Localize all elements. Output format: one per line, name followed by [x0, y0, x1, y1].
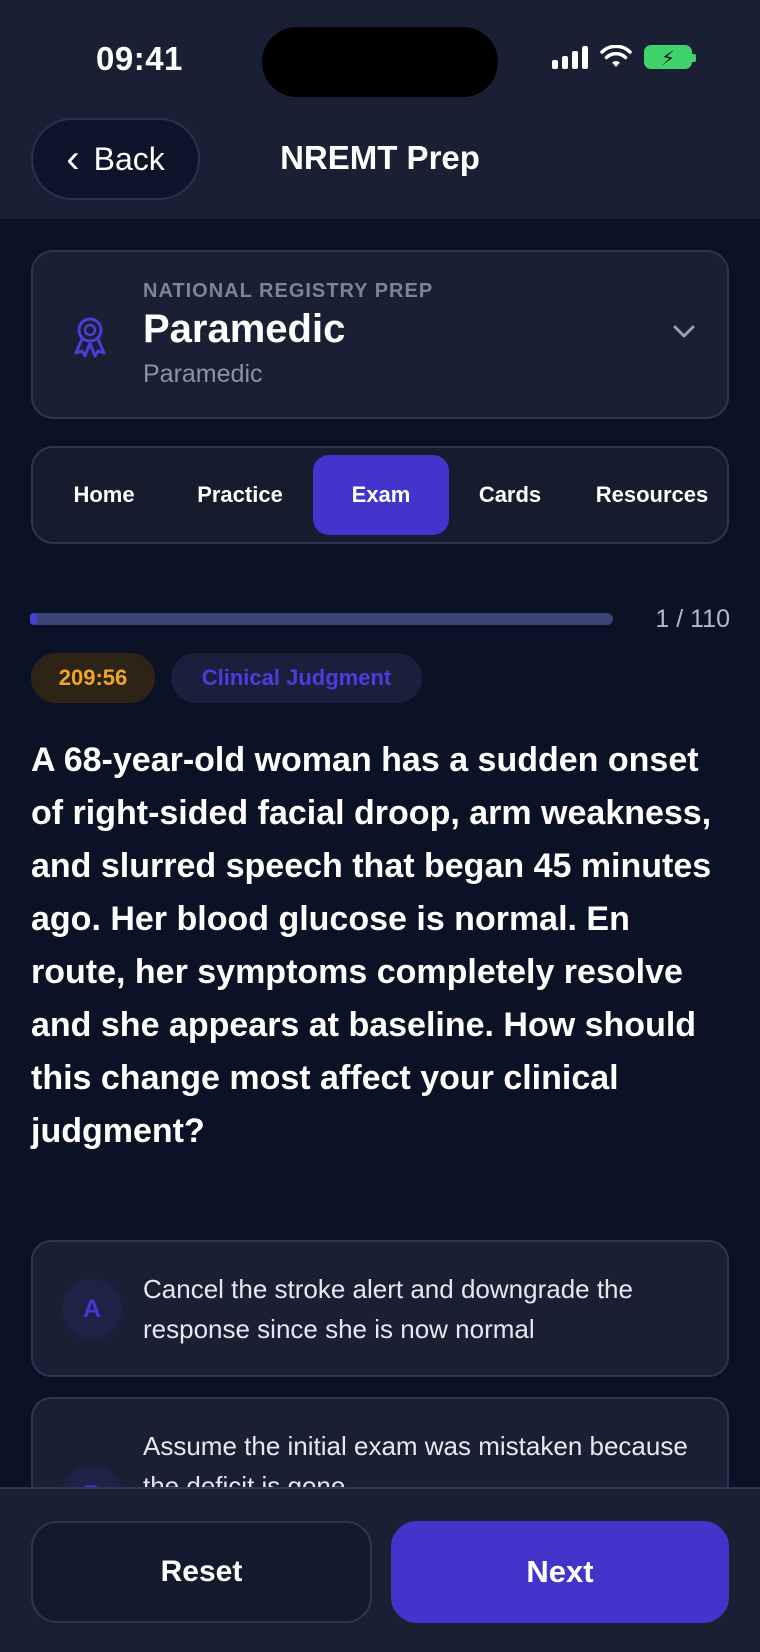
status-icons: ⚡ — [552, 45, 696, 70]
bottom-action-bar: Reset Next — [0, 1487, 760, 1652]
section-tabs: Home Practice Exam Cards Resources — [31, 446, 729, 544]
wifi-icon — [600, 45, 632, 67]
category-badge: Clinical Judgment — [171, 653, 422, 703]
option-text: Cancel the stroke alert and downgrade th… — [143, 1274, 633, 1344]
tab-cards[interactable]: Cards — [443, 455, 577, 535]
next-button[interactable]: Next — [391, 1521, 729, 1623]
course-eyebrow: NATIONAL REGISTRY PREP — [143, 280, 434, 302]
dynamic-island — [262, 27, 498, 97]
reset-button[interactable]: Reset — [31, 1521, 372, 1623]
course-selector[interactable]: NATIONAL REGISTRY PREP Paramedic Paramed… — [31, 250, 729, 419]
chevron-down-icon — [673, 325, 695, 338]
tab-resources[interactable]: Resources — [579, 455, 725, 535]
question-text: A 68-year-old woman has a sudden onset o… — [31, 741, 712, 1150]
page-title: NREMT Prep — [280, 139, 480, 176]
progress-bar-fill — [30, 613, 37, 625]
tab-exam[interactable]: Exam — [313, 455, 449, 535]
exam-screen: 09:41 ⚡ ‹ Back NREMT Prep NATIONAL REGIS… — [0, 0, 760, 1652]
answer-option-a[interactable]: A Cancel the stroke alert and downgrade … — [31, 1240, 729, 1377]
header: 09:41 ⚡ ‹ Back NREMT Prep — [0, 0, 760, 219]
course-subtitle: Paramedic — [143, 360, 263, 388]
status-time: 09:41 — [96, 40, 183, 77]
battery-icon: ⚡ — [644, 45, 696, 70]
timer-badge: 209:56 — [31, 653, 155, 703]
tab-home[interactable]: Home — [37, 455, 171, 535]
course-title: Paramedic — [143, 307, 346, 351]
option-letter: A — [62, 1279, 122, 1339]
question-counter: 1 / 110 — [655, 605, 730, 633]
cellular-signal-icon — [552, 45, 588, 69]
award-ribbon-icon — [74, 317, 106, 358]
tab-practice[interactable]: Practice — [173, 455, 307, 535]
progress-bar — [30, 613, 613, 625]
